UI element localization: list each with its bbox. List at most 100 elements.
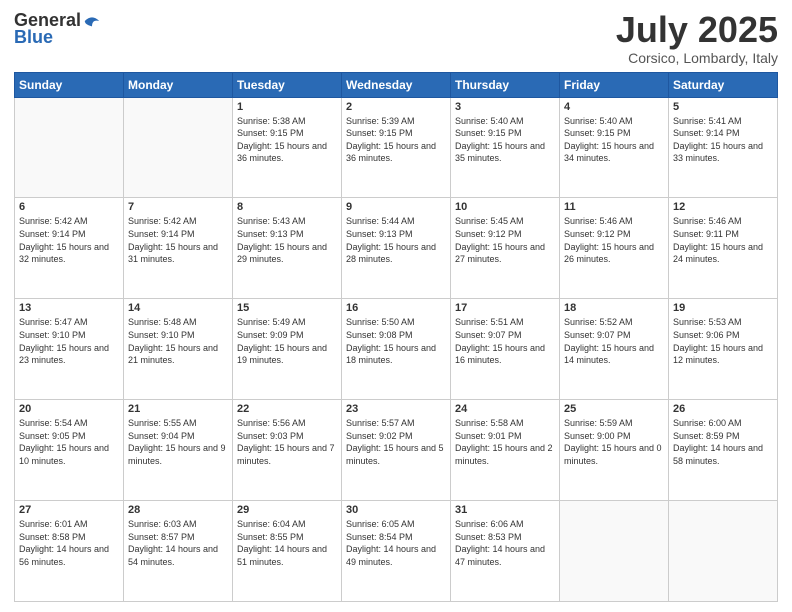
calendar-day-cell [560,501,669,602]
month-title: July 2025 [616,10,778,50]
calendar-header-row: SundayMondayTuesdayWednesdayThursdayFrid… [15,72,778,97]
day-info: Sunrise: 5:57 AMSunset: 9:02 PMDaylight:… [346,417,446,467]
calendar-day-header: Friday [560,72,669,97]
day-number: 24 [455,403,555,415]
calendar-day-header: Tuesday [233,72,342,97]
day-number: 12 [673,201,773,213]
day-number: 4 [564,101,664,113]
calendar-day-header: Thursday [451,72,560,97]
day-number: 14 [128,302,228,314]
calendar-week-row: 1 Sunrise: 5:38 AMSunset: 9:15 PMDaylight… [15,97,778,198]
day-number: 8 [237,201,337,213]
calendar-day-cell: 25 Sunrise: 5:59 AMSunset: 9:00 PMDayligh… [560,400,669,501]
day-number: 23 [346,403,446,415]
day-info: Sunrise: 5:59 AMSunset: 9:00 PMDaylight:… [564,417,664,467]
day-number: 6 [19,201,119,213]
day-number: 31 [455,504,555,516]
calendar-day-header: Sunday [15,72,124,97]
day-info: Sunrise: 5:53 AMSunset: 9:06 PMDaylight:… [673,316,773,366]
day-info: Sunrise: 6:05 AMSunset: 8:54 PMDaylight:… [346,518,446,568]
day-info: Sunrise: 5:47 AMSunset: 9:10 PMDaylight:… [19,316,119,366]
calendar-day-cell: 10 Sunrise: 5:45 AMSunset: 9:12 PMDayligh… [451,198,560,299]
day-info: Sunrise: 6:00 AMSunset: 8:59 PMDaylight:… [673,417,773,467]
day-number: 26 [673,403,773,415]
calendar-day-cell: 15 Sunrise: 5:49 AMSunset: 9:09 PMDayligh… [233,299,342,400]
day-number: 3 [455,101,555,113]
calendar-day-cell: 30Sunrise: 6:05 AMSunset: 8:54 PMDayligh… [342,501,451,602]
day-info: Sunrise: 5:58 AMSunset: 9:01 PMDaylight:… [455,417,555,467]
day-info: Sunrise: 5:42 AMSunset: 9:14 PMDaylight:… [19,215,119,265]
calendar-day-cell: 12 Sunrise: 5:46 AMSunset: 9:11 PMDayligh… [669,198,778,299]
calendar-day-cell: 22Sunrise: 5:56 AMSunset: 9:03 PMDayligh… [233,400,342,501]
day-info: Sunrise: 5:41 AMSunset: 9:14 PMDaylight:… [673,115,773,165]
calendar-day-cell: 26 Sunrise: 6:00 AMSunset: 8:59 PMDayligh… [669,400,778,501]
title-area: July 2025 Corsico, Lombardy, Italy [616,10,778,66]
calendar-day-cell: 31 Sunrise: 6:06 AMSunset: 8:53 PMDayligh… [451,501,560,602]
day-number: 17 [455,302,555,314]
day-info: Sunrise: 6:01 AMSunset: 8:58 PMDaylight:… [19,518,119,568]
day-info: Sunrise: 5:42 AMSunset: 9:14 PMDaylight:… [128,215,228,265]
day-info: Sunrise: 6:06 AMSunset: 8:53 PMDaylight:… [455,518,555,568]
day-number: 25 [564,403,664,415]
calendar-day-cell: 8 Sunrise: 5:43 AMSunset: 9:13 PMDaylight… [233,198,342,299]
calendar-table: SundayMondayTuesdayWednesdayThursdayFrid… [14,72,778,602]
calendar-day-cell: 9Sunrise: 5:44 AMSunset: 9:13 PMDaylight… [342,198,451,299]
day-info: Sunrise: 5:52 AMSunset: 9:07 PMDaylight:… [564,316,664,366]
day-info: Sunrise: 5:49 AMSunset: 9:09 PMDaylight:… [237,316,337,366]
day-number: 10 [455,201,555,213]
day-info: Sunrise: 5:55 AMSunset: 9:04 PMDaylight:… [128,417,228,467]
day-number: 2 [346,101,446,113]
calendar-day-cell: 27 Sunrise: 6:01 AMSunset: 8:58 PMDayligh… [15,501,124,602]
calendar-day-cell: 16Sunrise: 5:50 AMSunset: 9:08 PMDayligh… [342,299,451,400]
calendar-day-cell: 7 Sunrise: 5:42 AMSunset: 9:14 PMDaylight… [124,198,233,299]
header: General Blue July 2025 Corsico, Lombardy… [14,10,778,66]
calendar-day-cell: 14 Sunrise: 5:48 AMSunset: 9:10 PMDayligh… [124,299,233,400]
calendar-day-cell: 11 Sunrise: 5:46 AMSunset: 9:12 PMDayligh… [560,198,669,299]
calendar-day-header: Monday [124,72,233,97]
calendar-day-cell: 5 Sunrise: 5:41 AMSunset: 9:14 PMDaylight… [669,97,778,198]
location: Corsico, Lombardy, Italy [616,50,778,66]
calendar-day-cell: 2Sunrise: 5:39 AMSunset: 9:15 PMDaylight… [342,97,451,198]
calendar-week-row: 6 Sunrise: 5:42 AMSunset: 9:14 PMDaylight… [15,198,778,299]
day-info: Sunrise: 5:40 AMSunset: 9:15 PMDaylight:… [564,115,664,165]
calendar-day-cell: 18Sunrise: 5:52 AMSunset: 9:07 PMDayligh… [560,299,669,400]
calendar-day-cell: 4 Sunrise: 5:40 AMSunset: 9:15 PMDaylight… [560,97,669,198]
logo-icon [83,12,101,30]
day-number: 22 [237,403,337,415]
calendar-day-cell [15,97,124,198]
calendar-day-cell: 21 Sunrise: 5:55 AMSunset: 9:04 PMDayligh… [124,400,233,501]
calendar-day-cell: 23 Sunrise: 5:57 AMSunset: 9:02 PMDayligh… [342,400,451,501]
calendar-day-cell [124,97,233,198]
day-info: Sunrise: 5:43 AMSunset: 9:13 PMDaylight:… [237,215,337,265]
calendar-day-header: Wednesday [342,72,451,97]
day-number: 13 [19,302,119,314]
calendar-day-cell: 28Sunrise: 6:03 AMSunset: 8:57 PMDayligh… [124,501,233,602]
day-number: 16 [346,302,446,314]
day-info: Sunrise: 5:46 AMSunset: 9:11 PMDaylight:… [673,215,773,265]
day-number: 15 [237,302,337,314]
day-info: Sunrise: 5:51 AMSunset: 9:07 PMDaylight:… [455,316,555,366]
calendar-day-cell: 19Sunrise: 5:53 AMSunset: 9:06 PMDayligh… [669,299,778,400]
day-number: 1 [237,101,337,113]
day-number: 7 [128,201,228,213]
day-number: 11 [564,201,664,213]
logo: General Blue [14,10,101,48]
calendar-day-cell: 20Sunrise: 5:54 AMSunset: 9:05 PMDayligh… [15,400,124,501]
day-info: Sunrise: 5:46 AMSunset: 9:12 PMDaylight:… [564,215,664,265]
calendar-day-cell: 24 Sunrise: 5:58 AMSunset: 9:01 PMDayligh… [451,400,560,501]
day-info: Sunrise: 6:04 AMSunset: 8:55 PMDaylight:… [237,518,337,568]
day-number: 5 [673,101,773,113]
day-info: Sunrise: 5:48 AMSunset: 9:10 PMDaylight:… [128,316,228,366]
calendar-day-cell: 13 Sunrise: 5:47 AMSunset: 9:10 PMDayligh… [15,299,124,400]
day-number: 29 [237,504,337,516]
day-number: 21 [128,403,228,415]
calendar-day-header: Saturday [669,72,778,97]
calendar-day-cell: 3Sunrise: 5:40 AMSunset: 9:15 PMDaylight… [451,97,560,198]
day-info: Sunrise: 5:45 AMSunset: 9:12 PMDaylight:… [455,215,555,265]
day-info: Sunrise: 5:54 AMSunset: 9:05 PMDaylight:… [19,417,119,467]
calendar-day-cell: 17 Sunrise: 5:51 AMSunset: 9:07 PMDayligh… [451,299,560,400]
calendar-day-cell [669,501,778,602]
calendar-week-row: 27 Sunrise: 6:01 AMSunset: 8:58 PMDayligh… [15,501,778,602]
day-info: Sunrise: 5:38 AMSunset: 9:15 PMDaylight:… [237,115,337,165]
day-number: 27 [19,504,119,516]
